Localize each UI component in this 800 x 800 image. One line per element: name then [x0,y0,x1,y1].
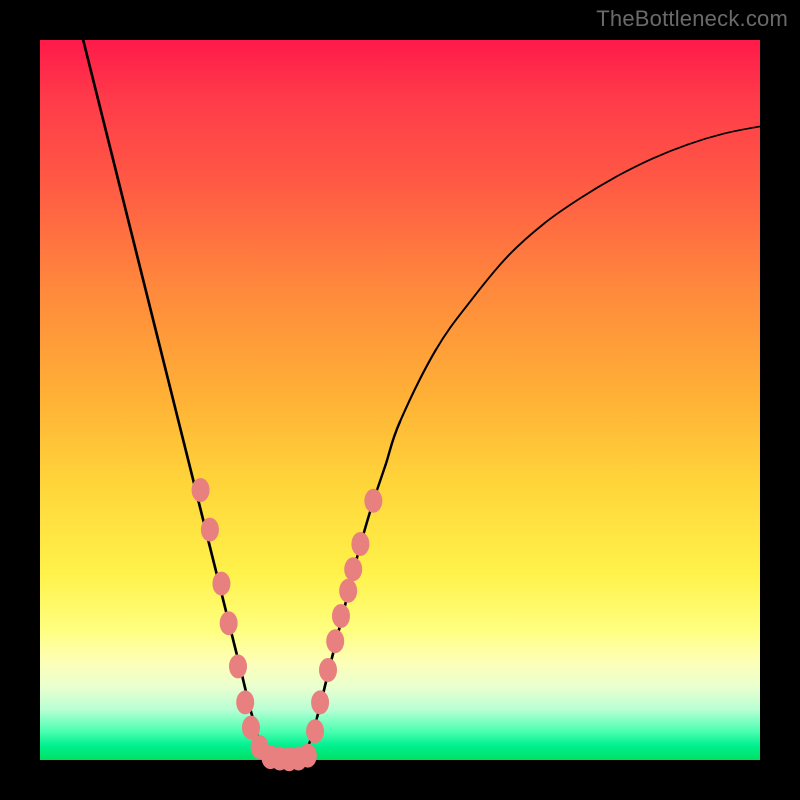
marker-point-left [220,611,238,635]
curve-segment [98,98,112,156]
marker-point-left [192,478,210,502]
plot-area [40,40,760,760]
marker-point-right [306,719,324,743]
curve-segment [472,256,508,299]
marker-point-right [332,604,350,628]
marker-point-bottom [299,744,317,768]
marker-point-left [212,572,230,596]
curve-segment [83,40,97,98]
marker-point-right [326,629,344,653]
marker-point-right [351,532,369,556]
curve-layer [40,40,760,760]
curve-segment [126,213,140,271]
marker-point-left [229,654,247,678]
curve-segment [544,198,580,223]
marker-point-right [319,658,337,682]
chart-frame: TheBottleneck.com [0,0,800,800]
curve-segment [688,134,724,145]
curve-segment [155,328,169,386]
marker-point-right [364,489,382,513]
curve-segment [724,126,760,133]
curve-segment [436,299,472,349]
marker-point-left [201,518,219,542]
watermark-text: TheBottleneck.com [596,6,788,32]
curve-segment [508,224,544,256]
curve-segment [112,155,126,213]
curve-segment [616,159,652,177]
curve-segment [386,422,400,465]
marker-point-right [344,557,362,581]
marker-point-left [236,690,254,714]
marker-group [192,478,383,771]
curve-segment [141,270,155,328]
marker-point-right [311,690,329,714]
curve-segment [580,177,616,199]
curve-segment [170,386,184,444]
bottleneck-curve [83,40,760,761]
curve-segment [652,144,688,158]
marker-point-right [339,579,357,603]
curve-segment [400,350,436,422]
